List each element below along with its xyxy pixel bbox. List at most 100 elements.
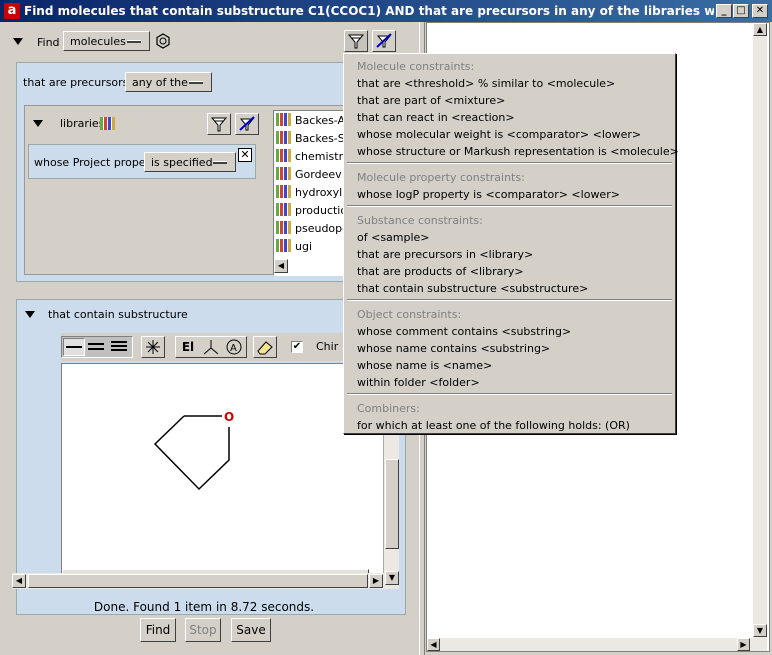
scroll-left-icon[interactable]: ◀ (427, 638, 440, 651)
chain-tool-button[interactable] (141, 336, 165, 358)
oxygen-atom-label: O (224, 410, 234, 424)
menu-item-molecular-weight[interactable]: whose molecular weight is <comparator> <… (357, 128, 641, 141)
results-hscrollbar[interactable]: ◀ ▶ (427, 638, 767, 651)
menu-separator (347, 393, 672, 395)
menu-item-of-sample[interactable]: of <sample> (357, 231, 430, 244)
add-constraint-filter-button[interactable] (344, 30, 368, 52)
collapse-substructure-icon[interactable] (25, 311, 35, 318)
double-bond-button[interactable] (86, 338, 108, 356)
save-button[interactable]: Save (231, 618, 271, 642)
menu-item-products-of[interactable]: that are products of <library> (357, 265, 524, 278)
funnel-icon (347, 34, 365, 49)
editor-toolbar: El A ✔ Chir (61, 333, 381, 361)
scroll-right-icon[interactable]: ▶ (737, 638, 750, 651)
library-icon (276, 221, 291, 234)
collapse-find-icon[interactable] (13, 38, 23, 45)
stop-button[interactable]: Stop (185, 618, 221, 642)
scroll-down-icon[interactable]: ▼ (385, 571, 399, 585)
triple-bond-icon (111, 341, 127, 351)
menu-separator (347, 205, 672, 207)
menu-item-structure-markush[interactable]: whose structure or Markush representatio… (357, 145, 679, 158)
libraries-filter-button[interactable] (207, 113, 231, 135)
library-name: Backes-S (295, 132, 345, 145)
query-hscrollbar[interactable]: ◀ ▶ (12, 573, 384, 589)
menu-separator (347, 299, 672, 301)
scrollbar-thumb[interactable] (385, 459, 399, 549)
library-icon (276, 149, 291, 162)
funnel-icon (210, 117, 228, 132)
precursors-mode-value: any of the (132, 76, 188, 89)
menu-separator (347, 162, 672, 164)
object-constraints-header: Object constraints: (357, 308, 462, 321)
library-icon (276, 113, 291, 126)
substructure-label: that contain substructure (48, 308, 188, 321)
scroll-left-icon[interactable]: ◀ (12, 574, 26, 588)
substance-constraints-header: Substance constraints: (357, 214, 483, 227)
triple-bond-button[interactable] (109, 338, 131, 356)
precursors-mode-select[interactable]: any of the (125, 72, 212, 92)
eraser-icon (257, 341, 273, 355)
eraser-button[interactable] (253, 336, 277, 358)
menu-item-similar[interactable]: that are <threshold> % similar to <molec… (357, 77, 615, 90)
find-label: Find (37, 36, 60, 49)
menu-item-part-of-mixture[interactable]: that are part of <mixture> (357, 94, 505, 107)
library-icon (276, 167, 291, 180)
menu-item-logp[interactable]: whose logP property is <comparator> <low… (357, 188, 620, 201)
project-property-label: whose Project property (34, 156, 161, 169)
menu-item-name-contains[interactable]: whose name contains <substring> (357, 342, 550, 355)
libraries-remove-filter-button[interactable] (235, 113, 259, 135)
scrollbar-thumb[interactable] (28, 574, 368, 588)
library-icon (276, 185, 291, 198)
find-type-select[interactable]: molecules (63, 31, 150, 51)
library-name: pseudope (295, 222, 349, 235)
menu-item-comment-contains[interactable]: whose comment contains <substring> (357, 325, 571, 338)
menu-item-react-in-reaction[interactable]: that can react in <reaction> (357, 111, 515, 124)
library-name: ugi (295, 240, 313, 253)
molecule-constraints-header: Molecule constraints: (357, 60, 475, 73)
library-name: Gordeev (295, 168, 342, 181)
hexagon-icon[interactable] (155, 33, 171, 49)
status-text: Done. Found 1 item in 8.72 seconds. (93, 600, 315, 614)
maximize-icon[interactable]: □ (733, 4, 749, 18)
library-name: Backes-A (295, 114, 346, 127)
scroll-right-icon[interactable]: ▶ (369, 574, 383, 588)
menu-item-name-is[interactable]: whose name is <name> (357, 359, 492, 372)
project-property-select[interactable]: is specified (144, 152, 236, 172)
window-title: Find molecules that contain substructure… (24, 4, 714, 18)
collapse-libraries-icon[interactable] (33, 120, 43, 127)
library-icon (276, 203, 291, 216)
title-bar: a Find molecules that contain substructu… (0, 0, 772, 22)
libraries-label: libraries (60, 117, 105, 130)
scroll-up-icon[interactable]: ▲ (753, 23, 767, 36)
app-icon: a (4, 3, 20, 19)
stereo-tool-button[interactable] (201, 338, 223, 356)
close-icon[interactable]: ✕ (752, 4, 768, 18)
single-bond-button[interactable] (63, 338, 85, 356)
menu-item-precursors-in[interactable]: that are precursors in <library> (357, 248, 533, 261)
results-vscrollbar[interactable]: ▲ ▼ (753, 23, 767, 638)
crossed-funnel-icon (376, 33, 392, 48)
charge-tool-button[interactable]: A (225, 338, 245, 356)
remove-constraint-icon[interactable]: ✕ (238, 148, 252, 162)
library-name: hydroxyla (295, 186, 349, 199)
remove-filter-button[interactable] (372, 30, 396, 52)
menu-item-or-combiner[interactable]: for which at least one of the following … (357, 419, 630, 432)
chiral-checkbox[interactable]: ✔ (291, 341, 303, 353)
structure-canvas[interactable]: O ◀ (61, 363, 384, 585)
chiral-label: Chir (316, 340, 339, 353)
menu-item-within-folder[interactable]: within folder <folder> (357, 376, 480, 389)
menu-item-contain-substructure[interactable]: that contain substructure <substructure> (357, 282, 588, 295)
scroll-left-icon[interactable]: ◀ (274, 259, 288, 273)
minimize-icon[interactable]: _ (716, 4, 732, 18)
ring-bonds (153, 415, 230, 491)
single-bond-icon (66, 346, 82, 348)
asterisk-icon (146, 340, 160, 354)
property-constraints-header: Molecule property constraints: (357, 171, 525, 184)
library-name: chemistry (295, 150, 350, 163)
project-property-constraint: whose Project property is specified ✕ (28, 144, 256, 179)
stereo-icon (203, 340, 219, 355)
find-button[interactable]: Find (140, 618, 176, 642)
scroll-down-icon[interactable]: ▼ (753, 624, 767, 637)
combiners-header: Combiners: (357, 402, 420, 415)
element-button[interactable]: El (177, 338, 199, 356)
